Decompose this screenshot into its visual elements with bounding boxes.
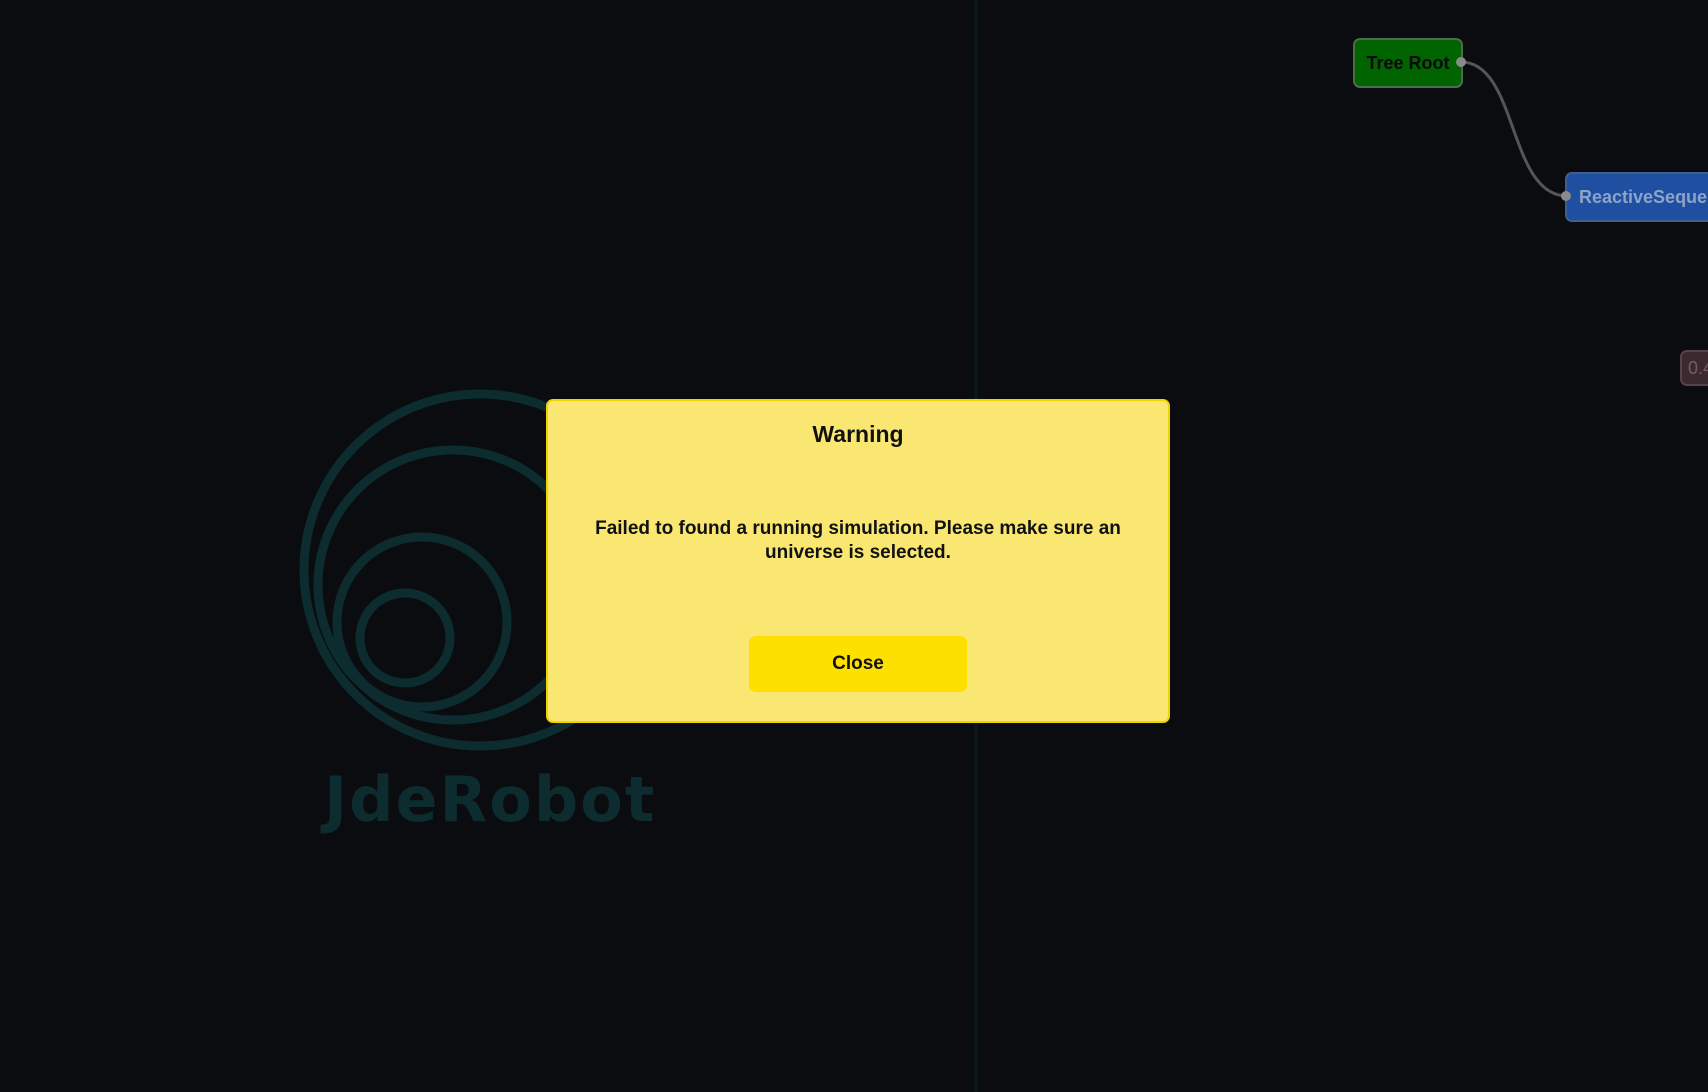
dialog-message: Failed to found a running simulation. Pl… bbox=[595, 518, 1121, 563]
close-button[interactable]: Close bbox=[749, 636, 967, 692]
modal-overlay: Warning Failed to found a running simula… bbox=[0, 0, 1708, 1092]
dialog-title: Warning bbox=[812, 421, 904, 447]
app-window: JdeRobot Tree Root ReactiveSequer 0.4 Wa… bbox=[0, 0, 1708, 1092]
warning-dialog: Warning Failed to found a running simula… bbox=[546, 399, 1170, 723]
